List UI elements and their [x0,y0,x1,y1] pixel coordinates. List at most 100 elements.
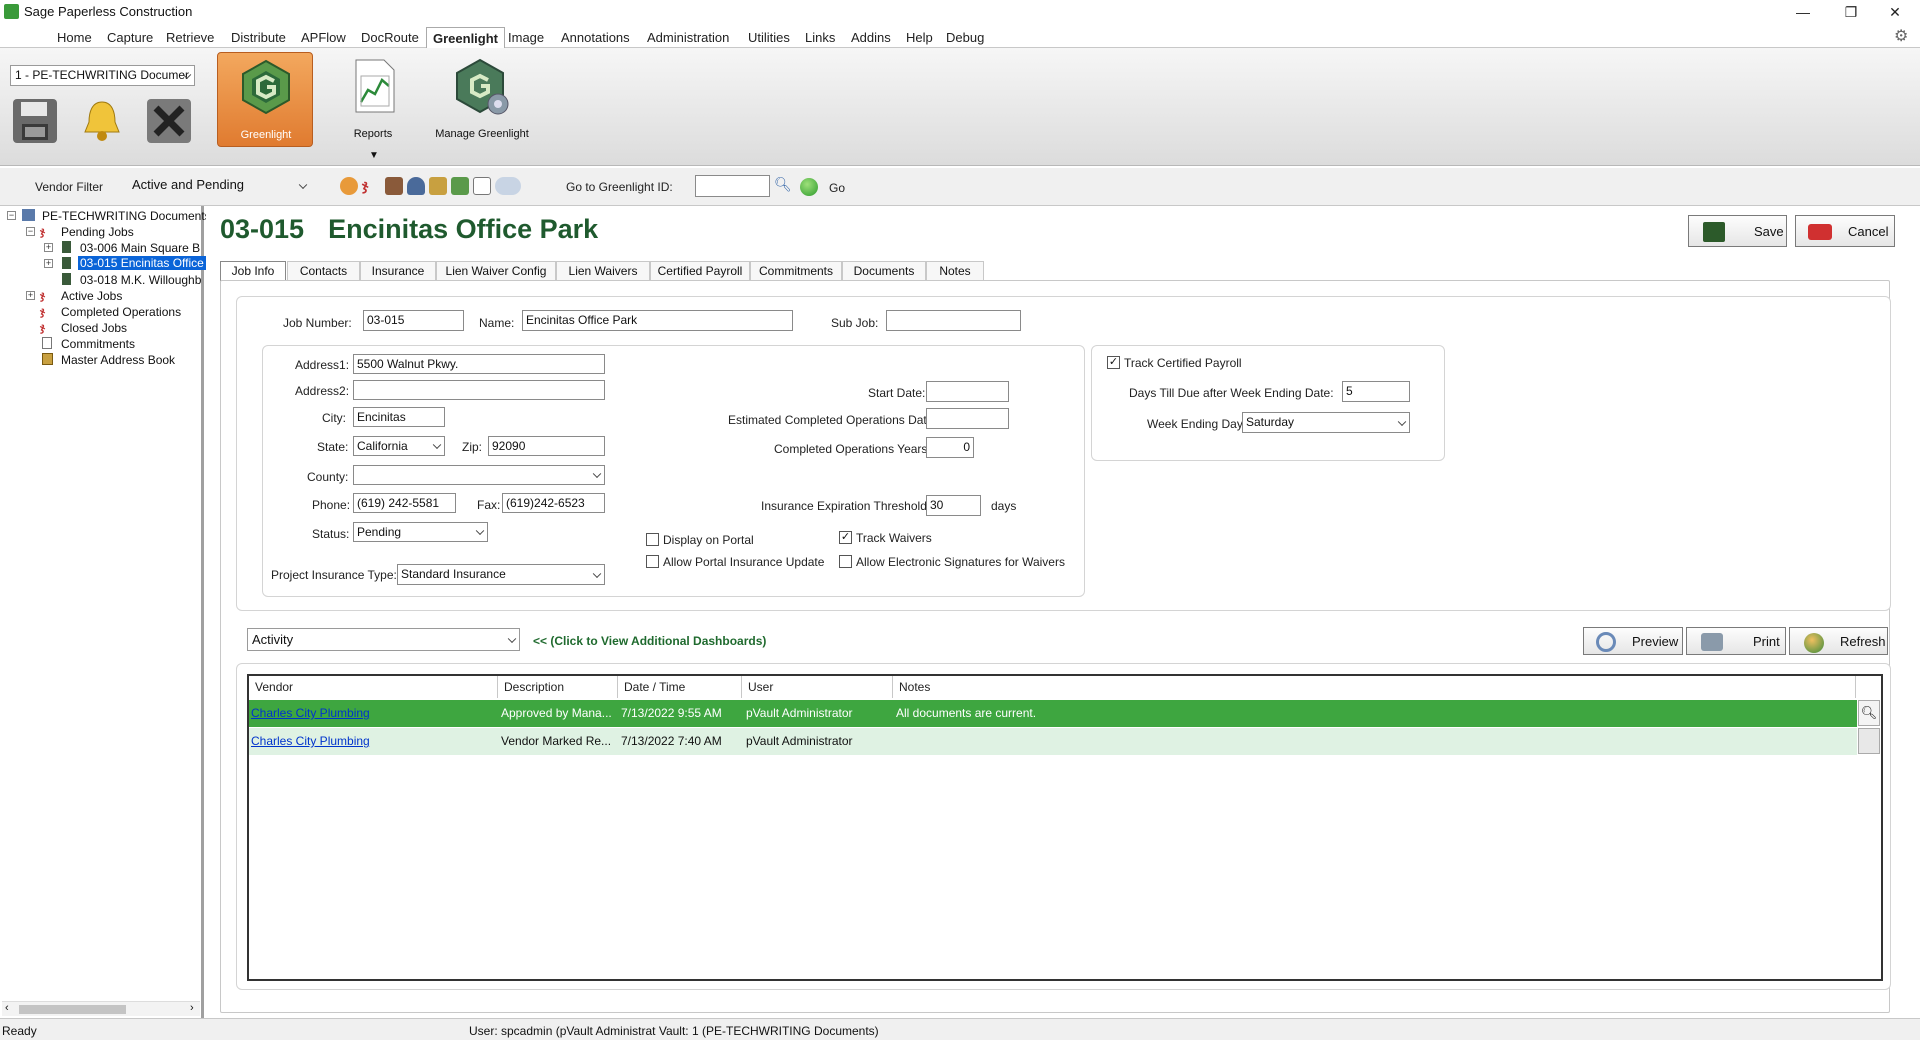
refresh-button[interactable]: Refresh [1789,627,1888,655]
reports-dropdown-icon[interactable]: ▼ [369,150,379,161]
menu-docroute[interactable]: DocRoute [361,30,419,45]
status-select[interactable]: Pending [353,522,488,542]
sub-job-input[interactable] [886,310,1021,331]
week-ending-select[interactable]: Saturday [1242,412,1410,433]
preview-button[interactable]: Preview [1583,627,1683,655]
greenlight-button[interactable]: Greenlight [217,52,313,147]
go-button[interactable]: Go [829,181,845,195]
save-button[interactable]: Save [1688,215,1787,247]
document-icon[interactable] [429,177,447,195]
column-header-description[interactable]: Description [498,676,618,698]
table-row[interactable]: Charles City Plumbing Vendor Marked Re..… [249,728,1857,755]
display-portal-checkbox[interactable] [646,533,659,546]
tab-insurance[interactable]: Insurance [360,261,436,280]
boxes-icon[interactable] [385,177,403,195]
dashboard-hint[interactable]: << (Click to View Additional Dashboards) [533,634,766,648]
days-till-due-input[interactable]: 5 [1342,381,1410,402]
tree-closed-jobs[interactable]: Closed Jobs [61,321,127,335]
menu-addins[interactable]: Addins [851,30,891,45]
tree-master-address-book[interactable]: Master Address Book [61,353,175,367]
name-input[interactable]: Encinitas Office Park [522,310,793,331]
tab-lien-waivers[interactable]: Lien Waivers [556,261,650,280]
tab-documents[interactable]: Documents [842,261,926,280]
start-date-input[interactable] [926,381,1009,402]
tree-expand-icon[interactable]: + [26,291,35,300]
row-detail-search-icon[interactable]: 🔍︎ [1858,700,1880,726]
manage-greenlight-button[interactable]: Manage Greenlight [430,56,534,146]
tab-commitments[interactable]: Commitments [750,261,842,280]
job-number-input[interactable]: 03-015 [363,310,464,331]
menu-annotations[interactable]: Annotations [561,30,630,45]
tab-job-info[interactable]: Job Info [220,261,286,281]
menu-capture[interactable]: Capture [107,30,153,45]
cancel-button[interactable]: Cancel [1795,215,1895,247]
address2-input[interactable] [353,380,605,400]
reports-button[interactable]: Reports [340,56,406,146]
menu-administration[interactable]: Administration [647,30,729,45]
tree-root[interactable]: PE-TECHWRITING Documents [42,209,211,223]
scroll-left-icon[interactable]: ‹ [5,1002,9,1014]
row-detail-button[interactable] [1858,728,1880,754]
insurance-threshold-input[interactable]: 30 [926,495,981,516]
tree-scrollbar[interactable]: ‹ › [2,1001,200,1016]
allow-portal-insurance-checkbox[interactable] [646,555,659,568]
allow-esignatures-checkbox[interactable] [839,555,852,568]
scroll-right-icon[interactable]: › [190,1002,194,1014]
menu-greenlight[interactable]: Greenlight [426,27,506,49]
settings-gear-icon[interactable]: ⚙ [1894,26,1908,46]
restore-button[interactable]: ❐ [1836,2,1866,22]
column-header-user[interactable]: User [742,676,893,698]
tree-collapse-icon[interactable]: − [7,211,16,220]
fax-input[interactable]: (619)242-6523 [502,493,605,513]
vendor-link[interactable]: Charles City Plumbing [251,700,370,727]
menu-image[interactable]: Image [508,30,544,45]
column-header-notes[interactable]: Notes [893,676,1856,698]
menu-links[interactable]: Links [805,30,835,45]
track-payroll-checkbox[interactable]: ✓ [1107,356,1120,369]
menu-home[interactable]: Home [57,30,92,45]
menu-distribute[interactable]: Distribute [231,30,286,45]
globe-icon[interactable] [340,177,358,195]
tree-commitments[interactable]: Commitments [61,337,135,351]
scroll-thumb[interactable] [19,1005,126,1014]
menu-apflow[interactable]: APFlow [301,30,346,45]
menu-debug[interactable]: Debug [946,30,984,45]
tree-collapse-icon[interactable]: − [26,227,35,236]
user-icon[interactable] [407,177,425,195]
people-red-icon[interactable]: ჯ [362,177,380,195]
edit-icon[interactable] [473,177,491,195]
tab-lien-waiver-config[interactable]: Lien Waiver Config [436,261,556,280]
close-x-icon[interactable] [144,96,194,150]
vendor-filter-select[interactable]: Active and Pending [128,175,310,197]
tree-job-03-018[interactable]: 03-018 M.K. Willoughb [80,273,201,287]
est-completed-date-input[interactable] [926,408,1009,429]
city-input[interactable]: Encinitas [353,407,445,427]
state-select[interactable]: California [353,436,445,456]
goto-id-input[interactable] [695,175,770,197]
column-header-vendor[interactable]: Vendor [249,676,498,698]
menu-help[interactable]: Help [906,30,933,45]
phone-input[interactable]: (619) 242-5581 [353,493,456,513]
go-green-icon[interactable] [800,178,818,196]
address1-input[interactable]: 5500 Walnut Pkwy. [353,354,605,374]
project-insurance-select[interactable]: Standard Insurance [397,564,605,585]
tab-contacts[interactable]: Contacts [287,261,360,280]
close-button[interactable]: ✕ [1880,2,1910,22]
tree-pending-jobs[interactable]: Pending Jobs [61,225,134,239]
tree-expand-icon[interactable]: + [44,243,53,252]
menu-retrieve[interactable]: Retrieve [166,30,214,45]
tab-certified-payroll[interactable]: Certified Payroll [650,261,750,280]
tree-job-03-015[interactable]: 03-015 Encinitas Office [78,256,206,270]
add-document-icon[interactable] [451,177,469,195]
table-row[interactable]: Charles City Plumbing Approved by Mana..… [249,700,1857,727]
county-select[interactable] [353,465,605,485]
bell-icon[interactable] [77,96,127,150]
column-header-datetime[interactable]: Date / Time [618,676,742,698]
minimize-button[interactable]: — [1788,2,1818,22]
cloud-icon[interactable] [495,177,521,195]
track-waivers-checkbox[interactable]: ✓ [839,531,852,544]
save-icon[interactable] [10,96,60,150]
completed-years-input[interactable]: 0 [926,437,974,458]
tree-active-jobs[interactable]: Active Jobs [61,289,122,303]
vault-select[interactable]: 1 - PE-TECHWRITING Documer [10,65,195,86]
